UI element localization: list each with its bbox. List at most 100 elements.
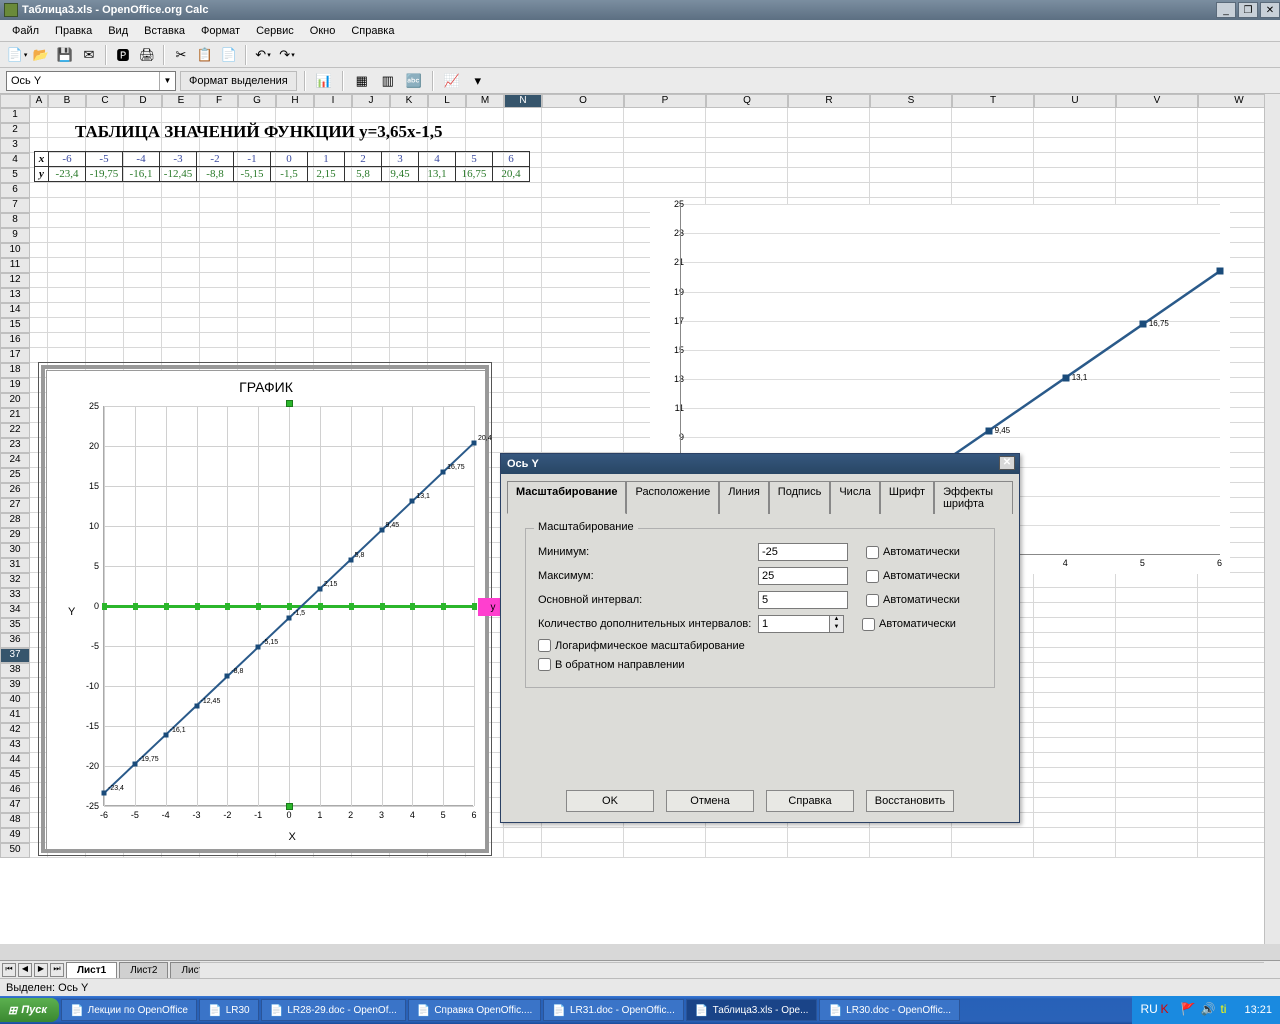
ok-button[interactable]: OK	[566, 790, 654, 812]
dialog-close-button[interactable]: ✕	[999, 456, 1015, 470]
row-header-38[interactable]: 38	[0, 663, 30, 678]
chart-type-icon[interactable]: 📊	[313, 70, 335, 92]
row-header-6[interactable]: 6	[0, 183, 30, 198]
sheet-nav-last[interactable]: ⏭	[50, 963, 64, 977]
minor-spinner[interactable]: ▲▼	[830, 615, 844, 633]
undo-button[interactable]: ↶	[252, 44, 274, 66]
tray-volume-icon[interactable]: 🔊	[1200, 1002, 1216, 1018]
table-cell[interactable]: 3	[382, 152, 419, 167]
row-header-42[interactable]: 42	[0, 723, 30, 738]
col-header-B[interactable]: B	[48, 94, 86, 108]
row-header-48[interactable]: 48	[0, 813, 30, 828]
col-header-O[interactable]: O	[542, 94, 624, 108]
row-header-16[interactable]: 16	[0, 333, 30, 348]
table-cell[interactable]: 9,45	[382, 167, 419, 182]
row-header-49[interactable]: 49	[0, 828, 30, 843]
row-header-19[interactable]: 19	[0, 378, 30, 393]
row-header-7[interactable]: 7	[0, 198, 30, 213]
dialog-tab[interactable]: Расположение	[626, 481, 719, 514]
table-cell[interactable]: -8,8	[197, 167, 234, 182]
row-header-13[interactable]: 13	[0, 288, 30, 303]
table-cell[interactable]: -1	[234, 152, 271, 167]
row-header-44[interactable]: 44	[0, 753, 30, 768]
menu-view[interactable]: Вид	[100, 23, 136, 39]
col-header-R[interactable]: R	[788, 94, 870, 108]
clock[interactable]: 13:21	[1244, 1004, 1272, 1016]
print-button[interactable]: 🖨	[136, 44, 158, 66]
row-header-15[interactable]: 15	[0, 318, 30, 333]
horizontal-scrollbar[interactable]	[200, 962, 1264, 978]
row-header-23[interactable]: 23	[0, 438, 30, 453]
minor-input[interactable]	[758, 615, 830, 633]
row-header-25[interactable]: 25	[0, 468, 30, 483]
row-header-21[interactable]: 21	[0, 408, 30, 423]
col-header-A[interactable]: A	[30, 94, 48, 108]
col-header-L[interactable]: L	[428, 94, 466, 108]
row-header-39[interactable]: 39	[0, 678, 30, 693]
sheet-tab[interactable]: Лист1	[66, 962, 117, 978]
chart-drop-icon[interactable]: ▾	[467, 70, 489, 92]
row-header-45[interactable]: 45	[0, 768, 30, 783]
table-cell[interactable]: 2	[345, 152, 382, 167]
dialog-tab[interactable]: Шрифт	[880, 481, 934, 514]
save-button[interactable]: 💾	[54, 44, 76, 66]
table-cell[interactable]: -5,15	[234, 167, 271, 182]
menu-window[interactable]: Окно	[302, 23, 344, 39]
row-header-9[interactable]: 9	[0, 228, 30, 243]
taskbar-task[interactable]: 📄Таблица3.xls - Ope...	[686, 999, 818, 1021]
row-header-8[interactable]: 8	[0, 213, 30, 228]
vertical-scrollbar[interactable]	[1264, 94, 1280, 944]
cancel-button[interactable]: Отмена	[666, 790, 754, 812]
row-header-20[interactable]: 20	[0, 393, 30, 408]
row-header-14[interactable]: 14	[0, 303, 30, 318]
table-cell[interactable]: 2,15	[308, 167, 345, 182]
row-header-18[interactable]: 18	[0, 363, 30, 378]
copy-button[interactable]: 📋	[194, 44, 216, 66]
row-header-37[interactable]: 37	[0, 648, 30, 663]
table-cell[interactable]: -3	[160, 152, 197, 167]
taskbar-task[interactable]: 📄Справка OpenOffic....	[408, 999, 542, 1021]
legend-icon[interactable]: 🔤	[403, 70, 425, 92]
major-auto-checkbox[interactable]: Автоматически	[866, 594, 960, 607]
col-header-F[interactable]: F	[200, 94, 238, 108]
dialog-tab[interactable]: Линия	[719, 481, 769, 514]
redo-button[interactable]: ↷	[276, 44, 298, 66]
taskbar-task[interactable]: 📄LR31.doc - OpenOffic...	[543, 999, 684, 1021]
open-button[interactable]: 📂	[30, 44, 52, 66]
col-header-G[interactable]: G	[238, 94, 276, 108]
col-header-D[interactable]: D	[124, 94, 162, 108]
row-header-32[interactable]: 32	[0, 573, 30, 588]
col-header-N[interactable]: N	[504, 94, 542, 108]
col-header-H[interactable]: H	[276, 94, 314, 108]
table-cell[interactable]: -5	[86, 152, 123, 167]
tray-antivirus-icon[interactable]: K	[1160, 1002, 1176, 1018]
minimize-button[interactable]: _	[1216, 2, 1236, 18]
table-cell[interactable]: -1,5	[271, 167, 308, 182]
row-header-10[interactable]: 10	[0, 243, 30, 258]
email-button[interactable]: ✉	[78, 44, 100, 66]
chart-insert-icon[interactable]: 📈	[441, 70, 463, 92]
row-header-50[interactable]: 50	[0, 843, 30, 858]
table-cell[interactable]: 20,4	[493, 167, 530, 182]
col-header-J[interactable]: J	[352, 94, 390, 108]
col-header-E[interactable]: E	[162, 94, 200, 108]
taskbar-task[interactable]: 📄LR28-29.doc - OpenOf...	[261, 999, 406, 1021]
col-header-I[interactable]: I	[314, 94, 352, 108]
tray-lang-icon[interactable]: RU	[1140, 1002, 1156, 1018]
new-doc-button[interactable]: 📄	[6, 44, 28, 66]
col-header-V[interactable]: V	[1116, 94, 1198, 108]
table-cell[interactable]: 4	[419, 152, 456, 167]
table-cell[interactable]: -19,75	[86, 167, 123, 182]
row-header-27[interactable]: 27	[0, 498, 30, 513]
menu-edit[interactable]: Правка	[47, 23, 100, 39]
row-header-30[interactable]: 30	[0, 543, 30, 558]
taskbar-task[interactable]: 📄LR30	[199, 999, 259, 1021]
max-input[interactable]	[758, 567, 848, 585]
col-header-K[interactable]: K	[390, 94, 428, 108]
table-cell[interactable]: 13,1	[419, 167, 456, 182]
col-header-M[interactable]: M	[466, 94, 504, 108]
row-header-5[interactable]: 5	[0, 168, 30, 183]
chart-left-plot[interactable]: y X Y -6-5-4-3-2-10123456-25-20-15-10-50…	[103, 406, 473, 806]
dialog-tab[interactable]: Числа	[830, 481, 880, 514]
col-header-S[interactable]: S	[870, 94, 952, 108]
